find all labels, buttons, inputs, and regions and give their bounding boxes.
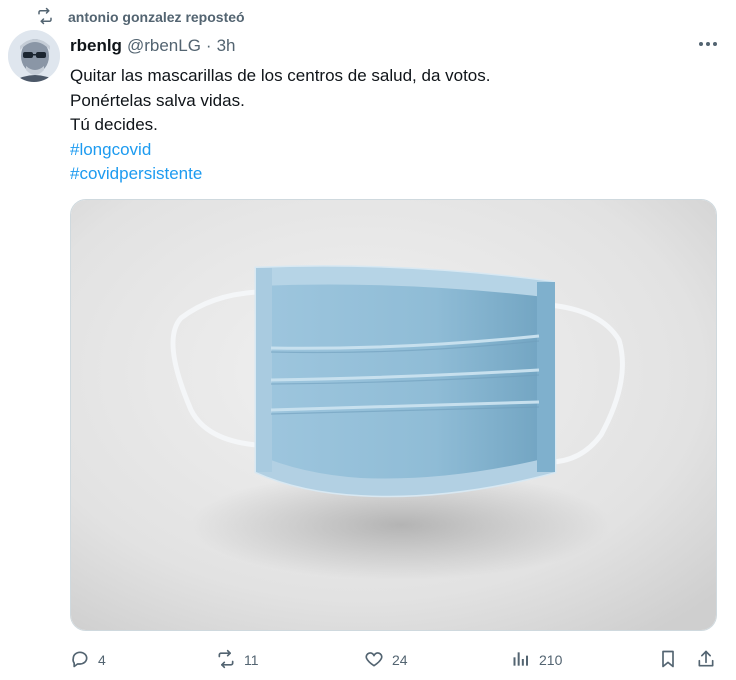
- repost-context[interactable]: antonio gonzalez reposteó: [36, 6, 245, 28]
- separator-dot: ·: [205, 36, 212, 55]
- tweet-timestamp[interactable]: 3h: [217, 36, 236, 56]
- author-name[interactable]: rbenlg: [70, 36, 122, 56]
- hashtag-link[interactable]: #covidpersistente: [70, 162, 490, 187]
- views-button[interactable]: 210: [511, 647, 562, 673]
- tweet-line: Quitar las mascarillas de los centros de…: [70, 66, 491, 85]
- author-handle[interactable]: @rbenLG: [127, 36, 201, 56]
- avatar[interactable]: [8, 30, 60, 82]
- share-button[interactable]: [696, 647, 716, 673]
- reply-icon: [70, 649, 90, 672]
- hashtag-link[interactable]: #longcovid: [70, 138, 490, 163]
- tweet-header: rbenlg @rbenLG · 3h: [70, 35, 236, 57]
- tweet-line: Ponértelas salva vidas.: [70, 90, 245, 110]
- more-options-icon[interactable]: [694, 34, 722, 54]
- bookmark-button[interactable]: [658, 647, 678, 673]
- like-button[interactable]: 24: [364, 647, 408, 673]
- share-icon: [696, 649, 716, 672]
- bookmark-icon: [658, 649, 678, 672]
- views-count: 210: [539, 652, 563, 668]
- heart-icon: [364, 649, 384, 672]
- reply-button[interactable]: 4: [70, 647, 106, 673]
- tweet-line: Tú decides.: [70, 115, 158, 134]
- repost-count: 11: [244, 652, 259, 668]
- tweet-text: Quitar las mascarillas de los centros de…: [70, 64, 490, 187]
- like-count: 24: [392, 652, 408, 668]
- views-icon: [511, 649, 531, 672]
- repost-icon: [216, 649, 236, 672]
- tweet-media-image[interactable]: [70, 199, 717, 631]
- tweet-actions: 4 11 24 210: [70, 647, 720, 673]
- repost-icon: [36, 7, 54, 28]
- reply-count: 4: [98, 652, 106, 668]
- repost-label: antonio gonzalez reposteó: [68, 9, 245, 25]
- repost-button[interactable]: 11: [216, 647, 259, 673]
